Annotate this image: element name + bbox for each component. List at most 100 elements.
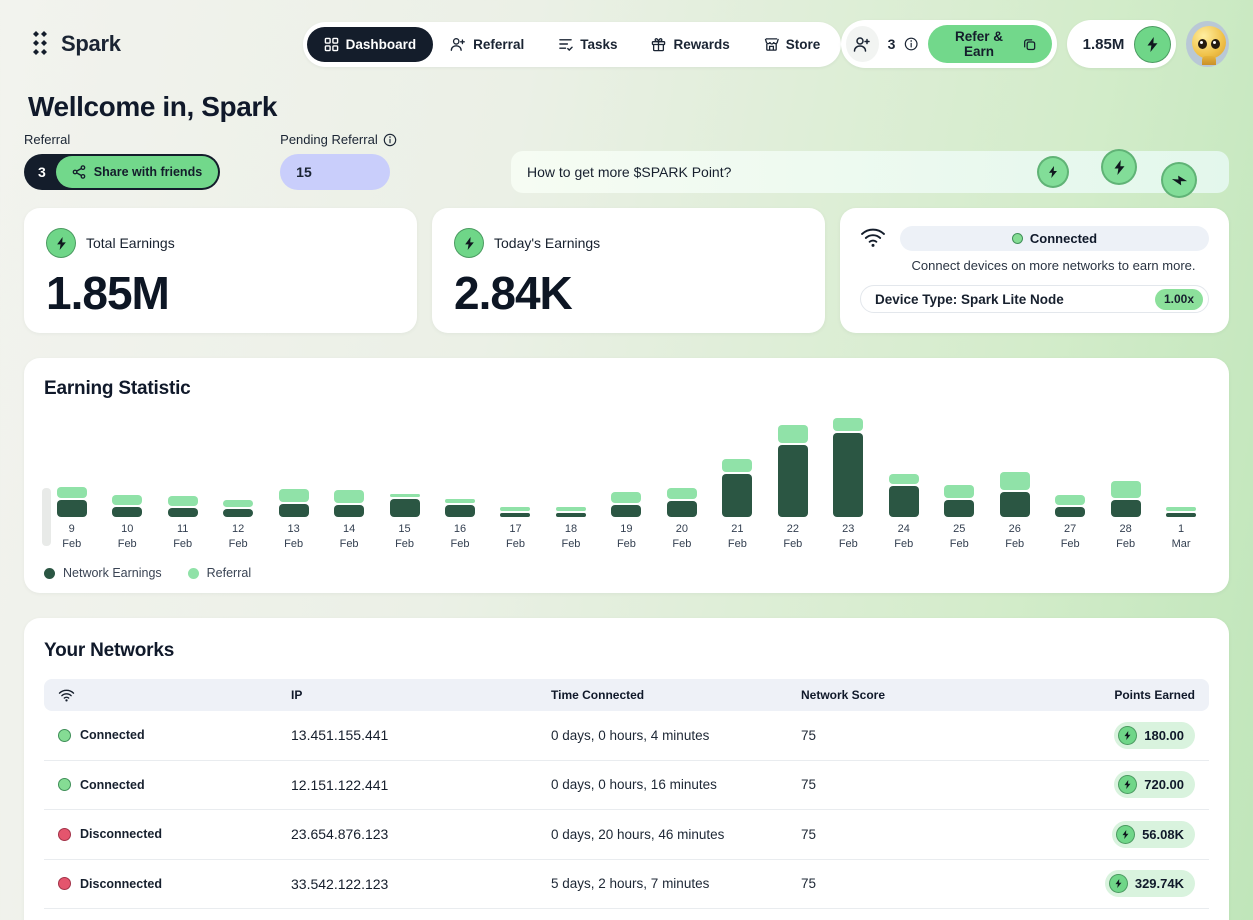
- chart-bar[interactable]: [654, 414, 709, 517]
- refer-earn-label: Refer & Earn: [943, 29, 1016, 59]
- connected-dot: [1012, 233, 1023, 244]
- bar-stack: [445, 499, 475, 517]
- chart-bar[interactable]: [987, 414, 1042, 517]
- header-controls: 3 Refer & Earn 1.85M: [841, 20, 1229, 68]
- tab-rewards[interactable]: Rewards: [634, 27, 746, 62]
- table-row[interactable]: Connected 12.151.122.441 0 days, 0 hours…: [44, 761, 1209, 811]
- chart-bar[interactable]: [210, 414, 265, 517]
- chart-bars: [44, 414, 1209, 517]
- wifi-icon: [860, 226, 886, 248]
- x-label-month: Feb: [987, 537, 1042, 552]
- referral-segment: [1055, 495, 1085, 505]
- banner-question: How to get more $SPARK Point?: [527, 164, 731, 180]
- ip-value: 13.451.155.441: [291, 727, 551, 743]
- chart-bar[interactable]: [266, 414, 321, 517]
- x-axis-label: 25 Feb: [932, 522, 987, 552]
- lightning-bolt-icon: [1170, 172, 1188, 188]
- share-with-friends-button[interactable]: Share with friends: [56, 156, 218, 188]
- chart-bar[interactable]: [932, 414, 987, 517]
- referral-segment: [556, 507, 586, 511]
- referral-segment: [778, 425, 808, 443]
- user-avatar[interactable]: [1186, 21, 1229, 67]
- table-row[interactable]: Disconnected 23.654.876.123 0 days, 20 h…: [44, 810, 1209, 860]
- x-label-day: 23: [821, 522, 876, 537]
- status-dot: [58, 877, 71, 890]
- tab-tasks[interactable]: Tasks: [541, 27, 634, 62]
- tab-referral[interactable]: Referral: [433, 27, 541, 62]
- chart-bar[interactable]: [1098, 414, 1153, 517]
- network-earnings-segment: [500, 513, 530, 517]
- x-label-month: Feb: [1042, 537, 1097, 552]
- points-pill: 329.74K: [1105, 870, 1195, 897]
- info-icon[interactable]: [904, 36, 918, 52]
- tab-label: Referral: [473, 37, 524, 52]
- bar-stack: [611, 492, 641, 517]
- x-axis-label: 11 Feb: [155, 522, 210, 552]
- spark-point-banner[interactable]: How to get more $SPARK Point?: [511, 151, 1229, 193]
- chart-bar[interactable]: [44, 414, 99, 517]
- pending-referral-widget: Pending Referral 15: [280, 132, 397, 190]
- network-earnings-segment: [168, 508, 198, 517]
- refer-earn-button[interactable]: Refer & Earn: [928, 25, 1052, 63]
- bar-stack: [1166, 507, 1196, 517]
- x-label-day: 15: [377, 522, 432, 537]
- avatar-body: [1202, 56, 1216, 65]
- referral-segment: [334, 490, 364, 503]
- points-value: 720.00: [1144, 777, 1184, 792]
- chart-bar[interactable]: [155, 414, 210, 517]
- chart-bar[interactable]: [99, 414, 154, 517]
- chart-bar[interactable]: [543, 414, 598, 517]
- referral-segment: [889, 474, 919, 484]
- chart-bar[interactable]: [1153, 414, 1208, 517]
- chart-bar[interactable]: [488, 414, 543, 517]
- ip-value: 12.151.122.441: [291, 777, 551, 793]
- device-hint-text: Connect devices on more networks to earn…: [898, 258, 1209, 273]
- time-connected-value: 5 days, 2 hours, 7 minutes: [551, 876, 801, 891]
- chart-bar[interactable]: [821, 414, 876, 517]
- store-icon: [764, 37, 779, 52]
- chart-bar[interactable]: [321, 414, 376, 517]
- chart-bar[interactable]: [432, 414, 487, 517]
- points-cell: 180.00: [1081, 722, 1195, 749]
- bar-stack: [1055, 495, 1085, 517]
- lightning-bolt-icon: [1047, 165, 1059, 179]
- info-icon[interactable]: [383, 133, 397, 147]
- referral-segment: [944, 485, 974, 498]
- chart-bar[interactable]: [377, 414, 432, 517]
- chart-bar[interactable]: [765, 414, 820, 517]
- lightning-bolt-icon: [463, 236, 476, 251]
- chart-bar[interactable]: [1042, 414, 1097, 517]
- network-earnings-segment: [1055, 507, 1085, 517]
- x-label-month: Feb: [765, 537, 820, 552]
- chart-bar[interactable]: [599, 414, 654, 517]
- chart-bar[interactable]: [876, 414, 931, 517]
- points-value: 180.00: [1144, 728, 1184, 743]
- x-label-day: 19: [599, 522, 654, 537]
- x-label-month: Feb: [488, 537, 543, 552]
- network-earnings-segment: [1166, 513, 1196, 517]
- points-balance-capsule[interactable]: 1.85M: [1067, 20, 1177, 68]
- clipped-bar: [42, 488, 51, 546]
- network-earnings-segment: [445, 505, 475, 517]
- your-networks-card: Your Networks IP Time Connected Network …: [24, 618, 1229, 920]
- tab-store[interactable]: Store: [747, 27, 838, 62]
- x-label-day: 11: [155, 522, 210, 537]
- points-pill: 56.08K: [1112, 821, 1195, 848]
- status-dot: [58, 828, 71, 841]
- device-type-pill: Device Type: Spark Lite Node 1.00x: [860, 285, 1209, 313]
- chart-bar[interactable]: [710, 414, 765, 517]
- bar-stack: [722, 459, 752, 517]
- x-axis-label: 21 Feb: [710, 522, 765, 552]
- x-label-day: 1: [1153, 522, 1208, 537]
- x-axis-label: 28 Feb: [1098, 522, 1153, 552]
- x-axis-label: 20 Feb: [654, 522, 709, 552]
- table-row[interactable]: Connected 13.451.155.441 0 days, 0 hours…: [44, 711, 1209, 761]
- tab-dashboard[interactable]: Dashboard: [307, 27, 434, 62]
- points-value: 329.74K: [1135, 876, 1184, 891]
- time-connected-value: 0 days, 0 hours, 16 minutes: [551, 777, 801, 792]
- lightning-badge: [1037, 156, 1069, 188]
- x-label-month: Feb: [710, 537, 765, 552]
- tab-label: Store: [786, 37, 821, 52]
- referral-segment: [1166, 507, 1196, 511]
- table-row[interactable]: Disconnected 33.542.122.123 5 days, 2 ho…: [44, 860, 1209, 910]
